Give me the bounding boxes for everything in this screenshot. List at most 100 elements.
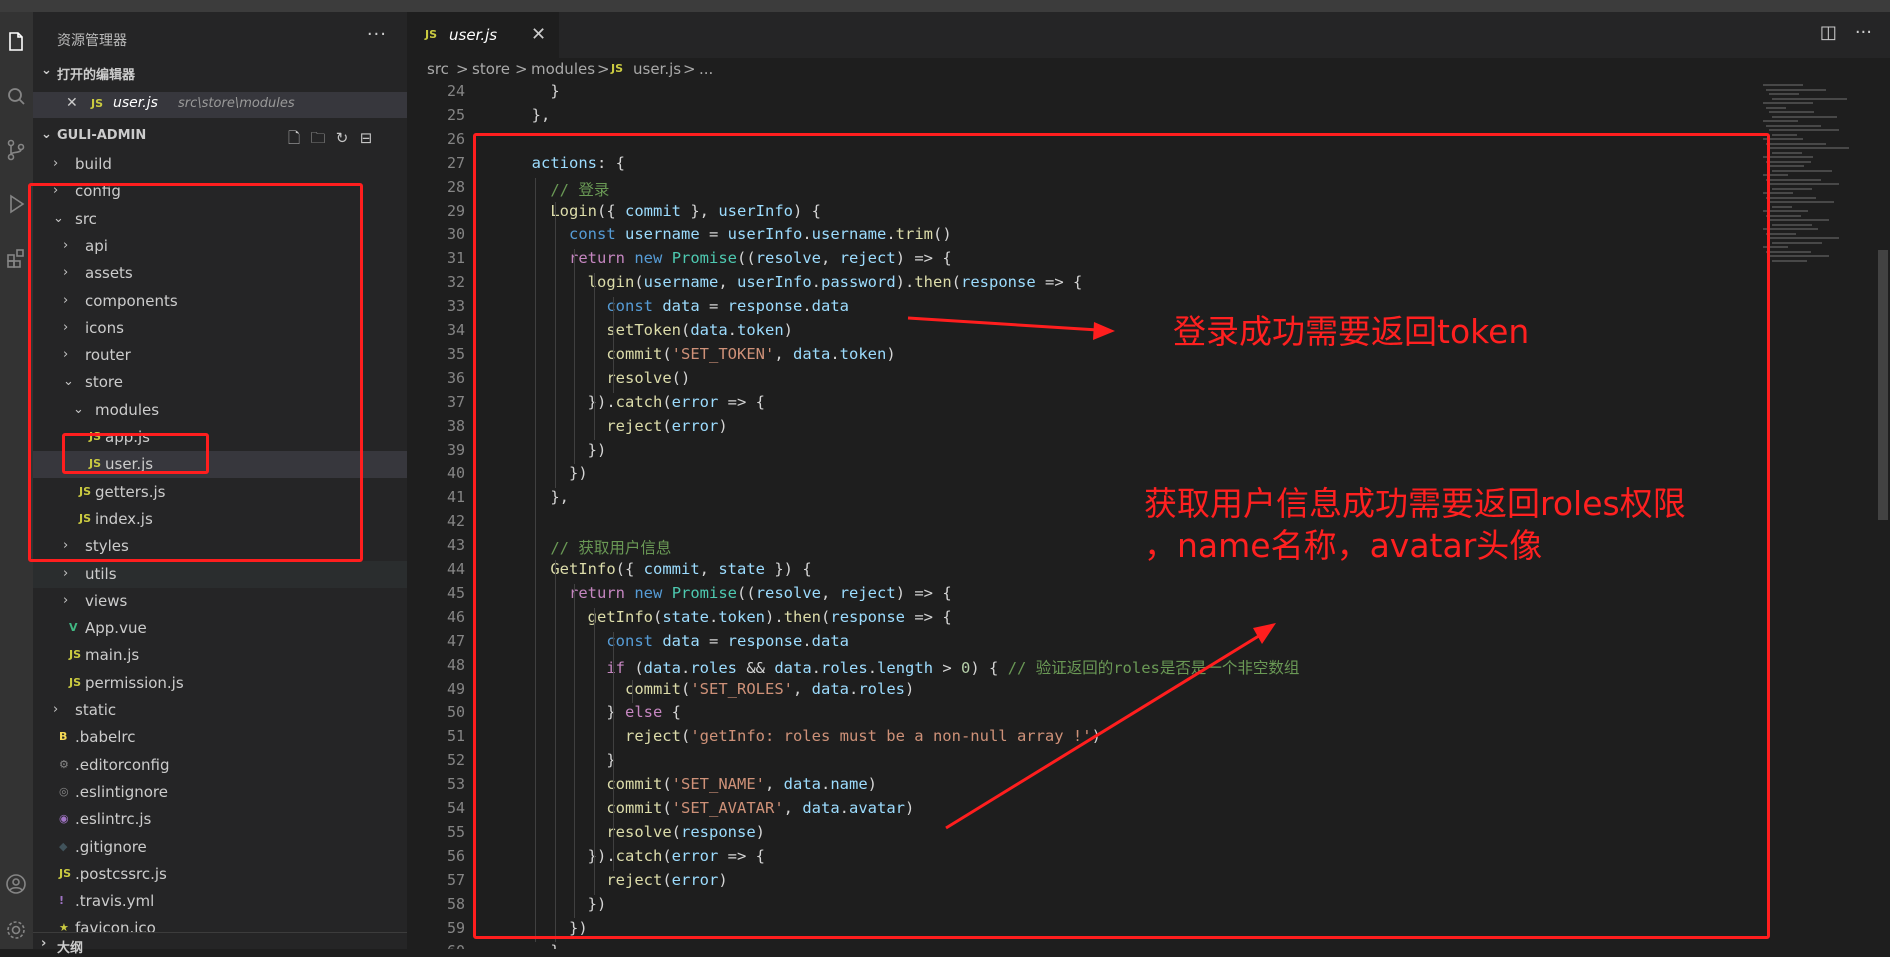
- line-number: 50: [446, 703, 465, 722]
- new-file-icon[interactable]: 🗋: [285, 128, 303, 147]
- close-icon[interactable]: ✕: [66, 95, 78, 111]
- line-number-gutter: 24 25 26 27 28 29 30 31 32 33 34 35 36 37 38 39 40 41 42 43…: [407, 80, 465, 949]
- breadcrumb-file[interactable]: user.js: [633, 60, 681, 78]
- more-actions-icon[interactable]: ···: [367, 24, 387, 45]
- tab-user-js[interactable]: JS user.js ✕: [407, 12, 559, 58]
- breadcrumb-modules[interactable]: modules: [531, 60, 595, 78]
- code-line[interactable]: },: [513, 106, 551, 124]
- js-file-icon: JS: [611, 62, 624, 75]
- collapse-all-icon[interactable]: ⊟: [357, 129, 375, 147]
- minimap-line: [1772, 223, 1812, 226]
- line-number: 54: [446, 799, 465, 817]
- open-editors-header[interactable]: ⌄ 打开的编辑器: [33, 60, 407, 84]
- refresh-icon[interactable]: ↻: [333, 129, 351, 147]
- account-icon[interactable]: [4, 872, 28, 896]
- explorer-actions: 🗋 🗀 ↻ ⊟: [279, 128, 389, 148]
- outline-label: 大纲: [57, 941, 84, 956]
- tree-item-label: .eslintignore: [75, 782, 168, 801]
- annotation-box-src: [28, 183, 363, 562]
- minimap-line: [1769, 201, 1834, 203]
- info-note-line2: ，name名称，avatar头像: [1144, 526, 1543, 565]
- editor-actions: ◫ ···: [1802, 22, 1872, 43]
- tree-item-App-vue[interactable]: V App.vue: [33, 615, 407, 642]
- search-icon[interactable]: [4, 84, 28, 108]
- js-file-icon: JS: [69, 648, 82, 662]
- vertical-scrollbar[interactable]: [1876, 80, 1890, 949]
- tree-item-label: .babelrc: [75, 728, 136, 747]
- tree-item-postcssrc-js[interactable]: JS .postcssrc.js: [33, 861, 407, 888]
- minimap-line: [1766, 250, 1811, 253]
- scrollbar-thumb[interactable]: [1878, 250, 1888, 520]
- extensions-icon[interactable]: [4, 246, 28, 270]
- line-number: 48: [446, 655, 465, 674]
- tree-item-eslintrc-js[interactable]: ◉ .eslintrc.js: [33, 806, 407, 833]
- chevron-right-icon: ›: [63, 565, 69, 581]
- project-label: GULI-ADMIN: [57, 128, 147, 143]
- more-actions-icon[interactable]: ···: [1855, 22, 1872, 43]
- code-line[interactable]: }: [513, 82, 559, 100]
- minimap-line: [1772, 151, 1802, 154]
- explorer-icon[interactable]: [4, 30, 28, 54]
- outline-header[interactable]: › 大纲: [33, 932, 407, 957]
- breadcrumb-sep: >: [597, 60, 610, 78]
- tree-item-label: utils: [85, 564, 117, 583]
- line-number: 27: [446, 153, 465, 172]
- tree-item-label: static: [75, 701, 117, 719]
- line-number: 60: [415, 942, 465, 949]
- minimap-line: [1766, 142, 1826, 145]
- tree-item-views[interactable]: › views: [33, 588, 407, 615]
- tree-item-permission-js[interactable]: JS permission.js: [33, 670, 407, 697]
- minimap-line: [1763, 120, 1798, 122]
- open-editor-item[interactable]: ✕ JS user.js src\store\modules: [33, 92, 407, 118]
- line-number: 57: [446, 870, 465, 889]
- tree-item-build[interactable]: › build: [33, 151, 407, 178]
- breadcrumb-sep: >: [683, 60, 696, 78]
- split-editor-icon[interactable]: ◫: [1820, 22, 1837, 43]
- settings-gear-icon[interactable]: [4, 918, 28, 942]
- minimap-line: [1769, 111, 1814, 113]
- annotation-box-userjs: [62, 433, 209, 474]
- chevron-down-icon: ⌄: [41, 127, 52, 142]
- tree-item-label: App.vue: [85, 619, 147, 638]
- minimap-line: [1766, 214, 1801, 217]
- tree-item-main-js[interactable]: JS main.js: [33, 642, 407, 669]
- js-file-icon: JS: [59, 866, 72, 880]
- minimap-line: [1766, 232, 1796, 235]
- run-debug-icon[interactable]: [4, 192, 28, 216]
- tree-item-label: permission.js: [85, 673, 184, 692]
- line-number: 40: [446, 464, 465, 483]
- chevron-right-icon: ›: [63, 592, 69, 608]
- line-number: 33: [446, 297, 465, 316]
- line-number: 37: [446, 392, 465, 411]
- code-line[interactable]: },: [513, 942, 569, 949]
- line-number: 36: [446, 368, 465, 387]
- breadcrumb-src[interactable]: src: [427, 60, 449, 78]
- line-number: 45: [446, 583, 465, 602]
- js-file-icon: JS: [91, 97, 104, 110]
- minimap-line: [1769, 129, 1839, 131]
- tree-item-eslintignore[interactable]: ◎ .eslintignore: [33, 779, 407, 806]
- breadcrumb-symbol[interactable]: ...: [699, 60, 713, 78]
- line-number: 42: [446, 512, 465, 531]
- tab-bar: JS user.js ✕ ◫ ···: [407, 12, 1890, 58]
- minimap[interactable]: [1757, 80, 1867, 280]
- chevron-down-icon: ⌄: [41, 63, 52, 78]
- minimap-line: [1766, 106, 1786, 109]
- line-number: 59: [446, 918, 465, 937]
- close-icon[interactable]: ✕: [531, 24, 546, 45]
- babel-file-icon: B: [59, 730, 68, 744]
- breadcrumb-store[interactable]: store: [472, 60, 510, 78]
- line-number: 38: [446, 416, 465, 435]
- tree-item-gitignore[interactable]: ◆ .gitignore: [33, 834, 407, 861]
- line-number: 34: [446, 321, 465, 339]
- new-folder-icon[interactable]: 🗀: [309, 128, 327, 147]
- line-number: 44: [446, 560, 465, 578]
- minimap-line: [1772, 259, 1807, 262]
- tree-item-static[interactable]: › static: [33, 697, 407, 724]
- tree-item-editorconfig[interactable]: ⚙ .editorconfig: [33, 752, 407, 779]
- tree-item-babelrc[interactable]: B .babelrc: [33, 724, 407, 751]
- minimap-line: [1772, 133, 1797, 136]
- source-control-icon[interactable]: [4, 138, 28, 162]
- tree-item-travis-yml[interactable]: ! .travis.yml: [33, 888, 407, 915]
- tree-item-utils[interactable]: › utils: [33, 560, 407, 588]
